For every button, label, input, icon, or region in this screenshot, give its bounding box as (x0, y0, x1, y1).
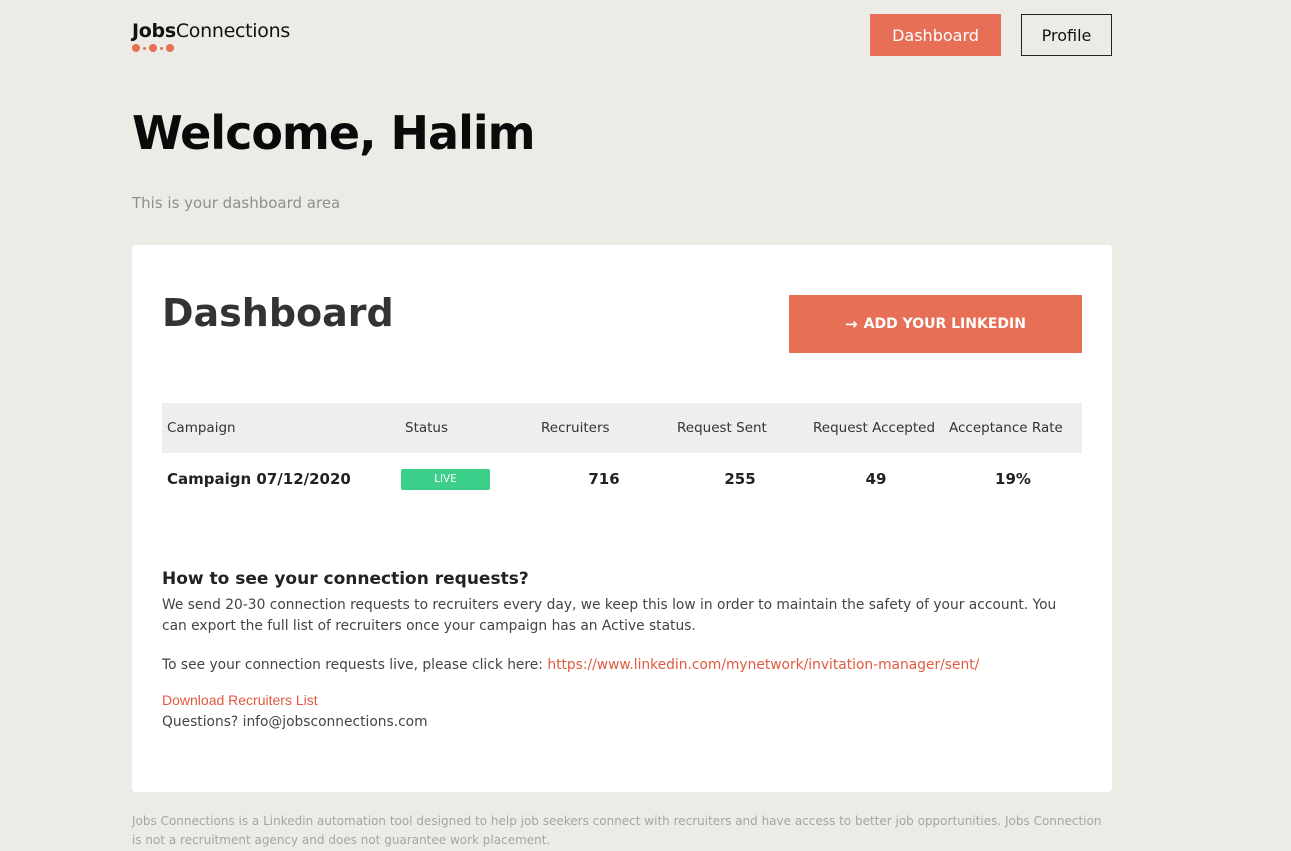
campaign-name: Campaign 07/12/2020 (167, 470, 351, 488)
col-request-sent: Request Sent (672, 403, 808, 453)
table-row[interactable]: Campaign 07/12/2020 LIVE 716 255 49 19% (162, 453, 1082, 505)
nav-dashboard-button[interactable]: Dashboard (870, 14, 1001, 56)
status-cell: LIVE (400, 453, 536, 505)
footer-disclaimer: Jobs Connections is a Linkedin automatio… (132, 814, 1102, 847)
linkedin-invitations-link[interactable]: https://www.linkedin.com/mynetwork/invit… (547, 657, 979, 673)
welcome-subtitle: This is your dashboard area (132, 194, 341, 212)
help-heading: How to see your connection requests? (162, 569, 529, 589)
help-body: We send 20-30 connection requests to rec… (162, 597, 1057, 634)
campaigns-table: Campaign Status Recruiters Request Sent … (162, 403, 1082, 505)
status-badge: LIVE (401, 469, 490, 490)
add-linkedin-label: ADD YOUR LINKEDIN (863, 316, 1026, 332)
request-sent-value: 255 (724, 470, 756, 488)
recruiters-value: 716 (588, 470, 620, 488)
request-accepted-value: 49 (865, 470, 887, 488)
table-header-row: Campaign Status Recruiters Request Sent … (162, 403, 1082, 453)
help-section: How to see your connection requests? We … (162, 569, 1072, 733)
col-status: Status (400, 403, 536, 453)
col-recruiters: Recruiters (536, 403, 672, 453)
dashboard-card: Dashboard → ADD YOUR LINKEDIN Campaign S… (132, 245, 1112, 792)
live-requests-line: To see your connection requests live, pl… (162, 655, 1072, 676)
live-requests-prefix: To see your connection requests live, pl… (162, 657, 548, 673)
nav-profile-button[interactable]: Profile (1021, 14, 1112, 56)
dashboard-title: Dashboard (162, 291, 394, 335)
acceptance-rate-value: 19% (995, 470, 1031, 488)
col-campaign: Campaign (162, 403, 400, 453)
arrow-right-icon: → (845, 315, 858, 333)
logo-dots-icon (132, 43, 178, 53)
questions-contact: Questions? info@jobsconnections.com (162, 714, 428, 730)
col-request-accepted: Request Accepted (808, 403, 944, 453)
logo-wordmark: JobsConnections (132, 20, 290, 42)
add-linkedin-button[interactable]: → ADD YOUR LINKEDIN (789, 295, 1082, 353)
welcome-heading: Welcome, Halim (132, 106, 536, 160)
col-acceptance-rate: Acceptance Rate (944, 403, 1082, 453)
download-recruiters-link[interactable]: Download Recruiters List (162, 692, 1072, 708)
brand-logo[interactable]: JobsConnections (132, 20, 290, 53)
